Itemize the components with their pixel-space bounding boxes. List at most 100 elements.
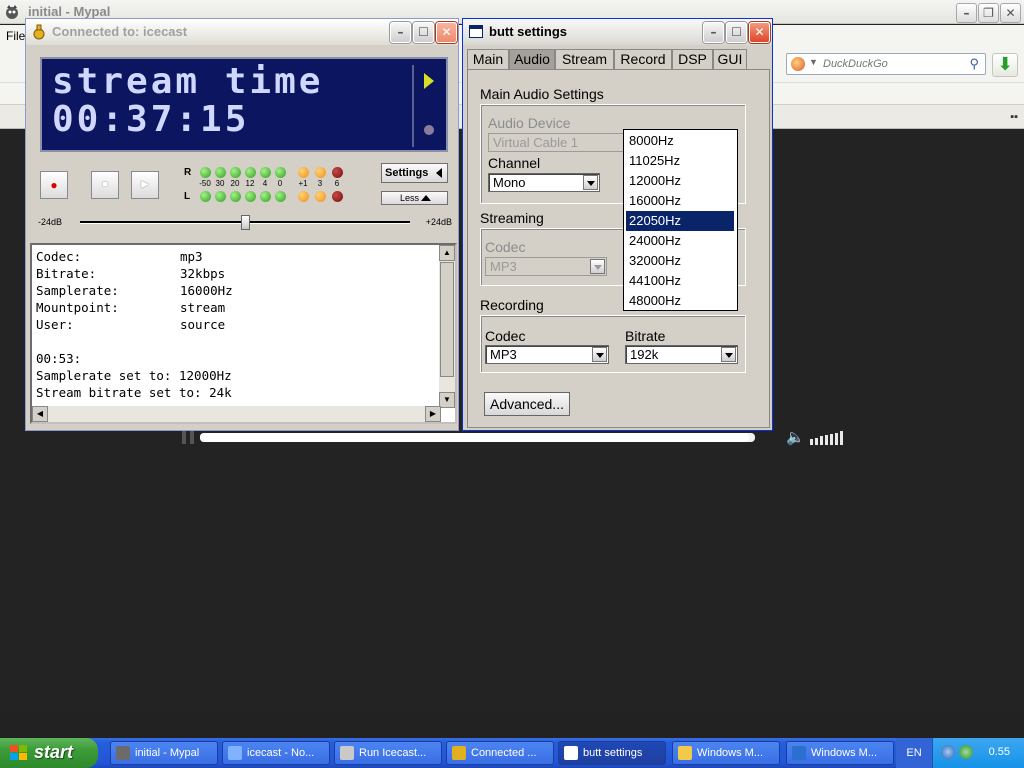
log-horizontal-scrollbar[interactable]: ◀ ▶ — [32, 406, 441, 422]
play-button[interactable]: ▶ — [131, 171, 159, 199]
restore-icon[interactable]: ❐ — [978, 3, 999, 23]
vu-led — [332, 167, 343, 178]
search-engine-icon[interactable] — [791, 57, 805, 71]
tab-main[interactable]: Main — [467, 49, 509, 69]
log-key: Mountpoint: — [36, 300, 119, 315]
rec-bitrate-value: 192k — [630, 347, 659, 362]
folder-icon — [678, 746, 692, 760]
browser-title: initial - Mypal — [28, 4, 111, 19]
security-icon[interactable] — [959, 745, 973, 759]
volume-icon[interactable]: 🔈 — [786, 428, 805, 446]
record-icon: ● — [50, 178, 58, 192]
scroll-down-icon[interactable]: ▼ — [439, 392, 455, 408]
pause-icon[interactable] — [182, 430, 194, 444]
seek-bar[interactable] — [200, 433, 755, 442]
samplerate-dropdown-list[interactable]: 8000Hz 11025Hz 12000Hz 16000Hz 22050Hz 24000H… — [623, 129, 738, 311]
taskbar-item[interactable]: Connected ... — [446, 741, 554, 765]
butt-settings-titlebar[interactable]: butt settings – ☐ ✕ — [463, 19, 772, 45]
stop-button[interactable]: ■ — [91, 171, 119, 199]
samplerate-option[interactable]: 22050Hz — [626, 211, 734, 231]
rec-bitrate-select[interactable]: 192k — [625, 345, 738, 364]
maximize-icon[interactable]: ☐ — [726, 22, 747, 43]
log-panel[interactable]: Codec: mp3 Bitrate: 32kbps Samplerate: 1600… — [30, 243, 457, 424]
butt-main-titlebar[interactable]: Connected to: icecast – ☐ ✕ — [26, 19, 458, 45]
system-tray: 0.55 — [932, 738, 1024, 768]
record-indicator-icon — [424, 125, 434, 135]
butt-icon — [452, 746, 466, 760]
network-icon[interactable] — [941, 745, 955, 759]
log-vertical-scrollbar[interactable]: ▲ ▼ — [439, 245, 455, 408]
tab-dsp[interactable]: DSP — [672, 49, 713, 69]
minimize-icon[interactable]: – — [956, 3, 977, 23]
taskbar-item[interactable]: butt settings — [558, 741, 666, 765]
samplerate-option[interactable]: 16000Hz — [626, 191, 734, 211]
log-key: Samplerate: — [36, 283, 119, 298]
taskbar-item[interactable]: Windows M... — [786, 741, 894, 765]
samplerate-option[interactable]: 44100Hz — [626, 271, 734, 291]
search-input[interactable] — [823, 56, 963, 72]
tab-audio[interactable]: Audio — [509, 49, 555, 69]
less-button[interactable]: Less — [381, 191, 448, 205]
audio-device-label: Audio Device — [488, 115, 571, 131]
close-icon[interactable]: ✕ — [749, 22, 770, 43]
volume-bar — [830, 433, 833, 445]
chevron-down-icon[interactable] — [592, 347, 607, 362]
minimize-icon[interactable]: – — [390, 22, 411, 43]
settings-button[interactable]: Settings — [381, 163, 448, 183]
seek-progress — [200, 433, 750, 442]
language-indicator[interactable]: EN — [896, 738, 932, 768]
tab-record[interactable]: Record — [614, 49, 672, 69]
maximize-icon[interactable]: ☐ — [413, 22, 434, 43]
log-value: source — [180, 317, 226, 332]
samplerate-option[interactable]: 8000Hz — [626, 131, 734, 151]
minimize-icon[interactable]: – — [703, 22, 724, 43]
log-value: mp3 — [180, 249, 203, 264]
close-icon[interactable]: ✕ — [436, 22, 457, 43]
stream-indicator-icon — [424, 73, 434, 89]
taskbar-item[interactable]: icecast - No... — [222, 741, 330, 765]
tab-gui[interactable]: GUI — [713, 49, 747, 69]
record-button[interactable]: ● — [40, 171, 68, 199]
samplerate-option[interactable]: 11025Hz — [626, 151, 734, 171]
tab-stream[interactable]: Stream — [555, 49, 614, 69]
gain-max-label: +24dB — [425, 217, 452, 227]
log-key: User: — [36, 317, 74, 332]
gain-thumb[interactable] — [241, 215, 250, 230]
menu-file[interactable]: File — [6, 29, 25, 43]
volume-bar — [840, 431, 843, 445]
vu-scale-label: 4 — [262, 179, 268, 188]
channel-select[interactable]: Mono — [488, 173, 600, 192]
scroll-right-icon[interactable]: ▶ — [425, 406, 441, 422]
butt-icon — [32, 24, 46, 40]
download-icon[interactable]: ⬇ — [992, 53, 1018, 77]
taskbar-item[interactable]: Windows M... — [672, 741, 780, 765]
rec-codec-select[interactable]: MP3 — [485, 345, 609, 364]
close-icon[interactable]: ✕ — [1000, 3, 1021, 23]
scroll-left-icon[interactable]: ◀ — [32, 406, 48, 422]
scroll-thumb[interactable] — [440, 262, 454, 377]
chevron-down-icon[interactable] — [721, 347, 736, 362]
samplerate-option[interactable]: 12000Hz — [626, 171, 734, 191]
vu-scale-label: +1 — [298, 179, 308, 188]
chevron-down-icon — [590, 259, 605, 274]
taskbar: start initial - Mypal icecast - No... Run … — [0, 738, 1024, 768]
search-icon[interactable]: ⚲ — [969, 56, 979, 72]
gain-min-label: -24dB — [38, 217, 63, 227]
samplerate-option[interactable]: 48000Hz — [626, 291, 734, 311]
taskbar-item[interactable]: Run Icecast... — [334, 741, 442, 765]
vu-scale-label: -50 — [199, 179, 211, 188]
stop-icon: ■ — [101, 179, 109, 190]
start-button[interactable]: start — [0, 738, 98, 768]
vu-left-label: L — [184, 191, 191, 202]
chevron-down-icon[interactable] — [583, 175, 598, 190]
search-box[interactable]: ▼ ⚲ — [786, 53, 986, 75]
samplerate-option[interactable]: 32000Hz — [626, 251, 734, 271]
lcd-time: 00:37:15 — [52, 99, 250, 140]
tab-grid-icon[interactable]: ▪▪ — [1010, 111, 1018, 123]
chevron-down-icon[interactable]: ▼ — [809, 57, 818, 67]
taskbar-item[interactable]: initial - Mypal — [110, 741, 218, 765]
volume-level[interactable] — [810, 431, 844, 445]
scroll-up-icon[interactable]: ▲ — [439, 245, 455, 261]
advanced-button[interactable]: Advanced... — [484, 392, 570, 416]
samplerate-option[interactable]: 24000Hz — [626, 231, 734, 251]
